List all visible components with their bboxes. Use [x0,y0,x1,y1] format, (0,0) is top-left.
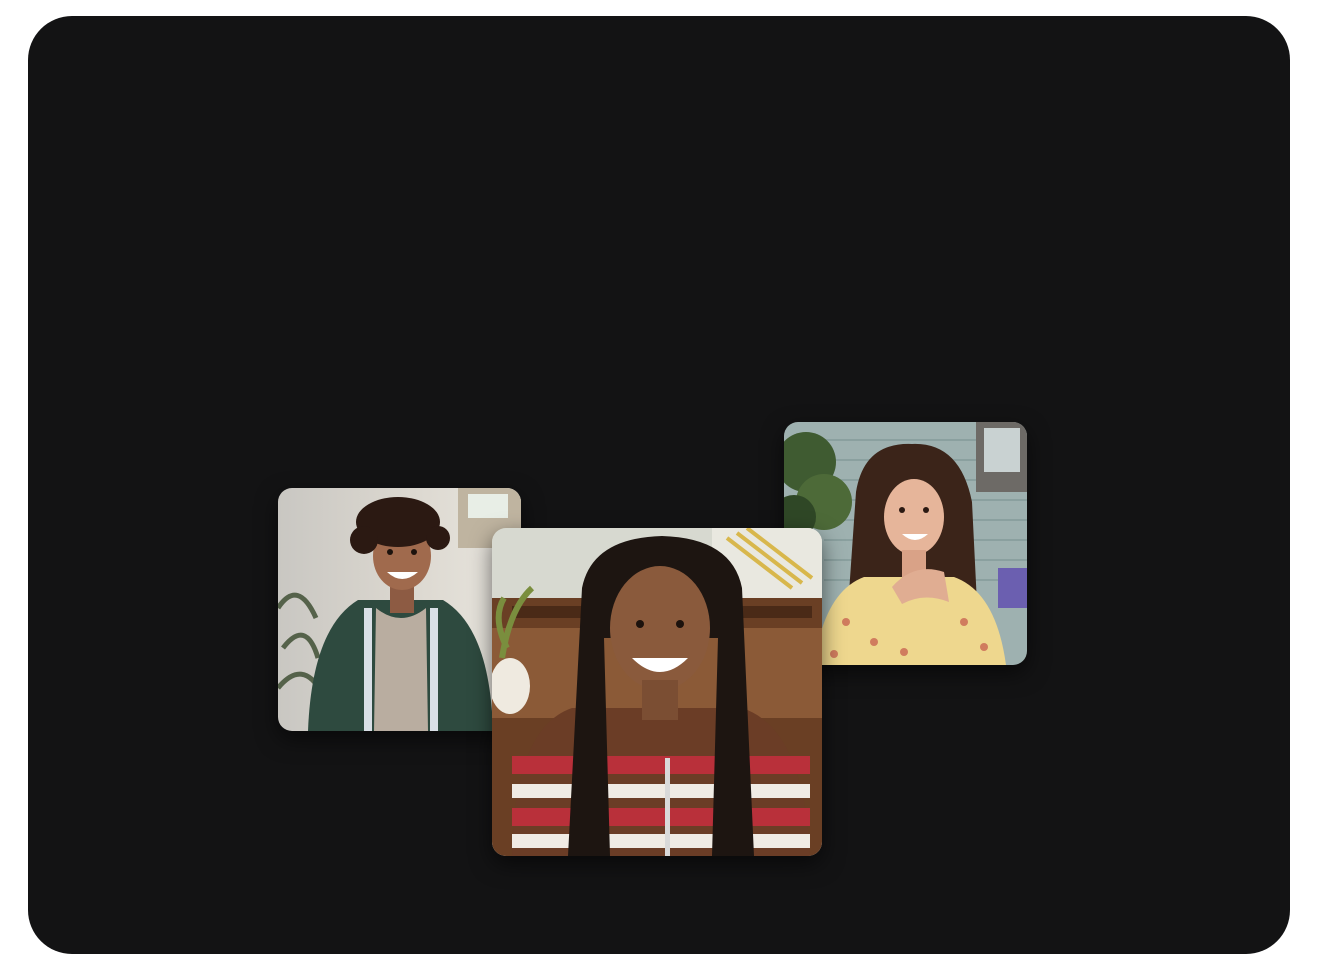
participant-video-tile-main[interactable] [492,528,822,856]
participant-video-main [492,528,822,856]
facetime-call-window [28,16,1290,954]
participant-video-left [278,488,521,731]
participant-video-tile-left[interactable] [278,488,521,731]
